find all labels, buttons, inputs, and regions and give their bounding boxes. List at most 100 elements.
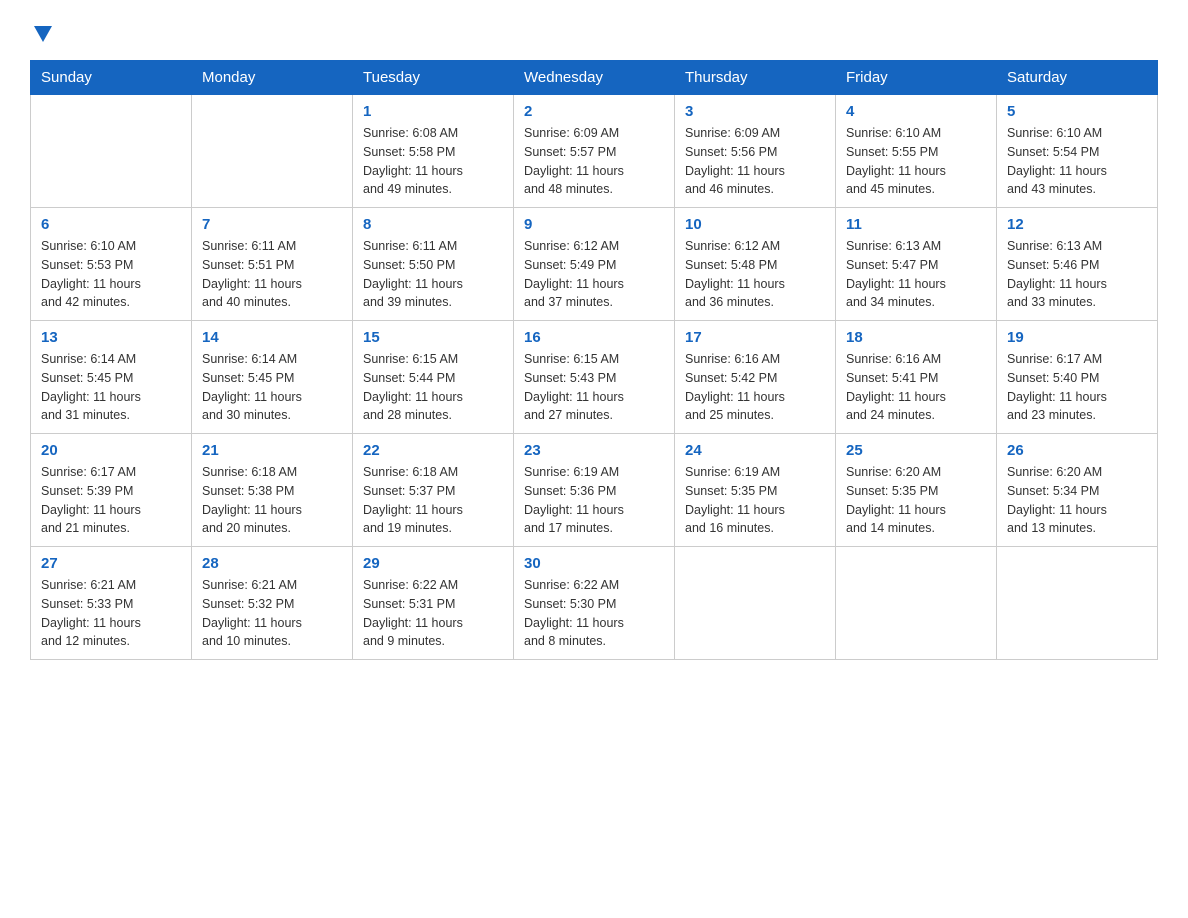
day-info: Sunrise: 6:12 AM Sunset: 5:48 PM Dayligh… [685,237,825,312]
day-info: Sunrise: 6:16 AM Sunset: 5:42 PM Dayligh… [685,350,825,425]
day-info: Sunrise: 6:19 AM Sunset: 5:35 PM Dayligh… [685,463,825,538]
day-info: Sunrise: 6:22 AM Sunset: 5:30 PM Dayligh… [524,576,664,651]
day-number: 29 [363,555,503,572]
day-number: 26 [1007,442,1147,459]
logo [30,20,54,44]
day-info: Sunrise: 6:21 AM Sunset: 5:32 PM Dayligh… [202,576,342,651]
day-number: 5 [1007,103,1147,120]
calendar-cell: 28 Sunrise: 6:21 AM Sunset: 5:32 PM Dayli… [192,547,353,660]
day-number: 13 [41,329,181,346]
day-number: 27 [41,555,181,572]
day-number: 14 [202,329,342,346]
day-number: 2 [524,103,664,120]
calendar-cell: 7 Sunrise: 6:11 AM Sunset: 5:51 PM Daylig… [192,208,353,321]
day-info: Sunrise: 6:15 AM Sunset: 5:44 PM Dayligh… [363,350,503,425]
day-info: Sunrise: 6:22 AM Sunset: 5:31 PM Dayligh… [363,576,503,651]
day-info: Sunrise: 6:15 AM Sunset: 5:43 PM Dayligh… [524,350,664,425]
day-number: 24 [685,442,825,459]
day-number: 1 [363,103,503,120]
calendar-cell [997,547,1158,660]
day-info: Sunrise: 6:18 AM Sunset: 5:37 PM Dayligh… [363,463,503,538]
calendar-cell: 29 Sunrise: 6:22 AM Sunset: 5:31 PM Dayli… [353,547,514,660]
calendar-cell: 17 Sunrise: 6:16 AM Sunset: 5:42 PM Dayli… [675,321,836,434]
calendar-cell: 26 Sunrise: 6:20 AM Sunset: 5:34 PM Dayli… [997,434,1158,547]
day-info: Sunrise: 6:17 AM Sunset: 5:40 PM Dayligh… [1007,350,1147,425]
day-number: 22 [363,442,503,459]
calendar-week-row: 1 Sunrise: 6:08 AM Sunset: 5:58 PM Daylig… [31,95,1158,208]
calendar-cell [192,95,353,208]
calendar-cell [31,95,192,208]
weekday-header-friday: Friday [836,61,997,95]
day-number: 9 [524,216,664,233]
calendar-cell: 10Sunrise: 6:12 AM Sunset: 5:48 PM Dayli… [675,208,836,321]
calendar-cell: 4 Sunrise: 6:10 AM Sunset: 5:55 PM Daylig… [836,95,997,208]
day-info: Sunrise: 6:20 AM Sunset: 5:34 PM Dayligh… [1007,463,1147,538]
day-number: 23 [524,442,664,459]
day-number: 17 [685,329,825,346]
day-number: 18 [846,329,986,346]
day-info: Sunrise: 6:13 AM Sunset: 5:47 PM Dayligh… [846,237,986,312]
calendar-cell: 21 Sunrise: 6:18 AM Sunset: 5:38 PM Dayli… [192,434,353,547]
day-number: 4 [846,103,986,120]
calendar-cell: 16 Sunrise: 6:15 AM Sunset: 5:43 PM Dayli… [514,321,675,434]
day-number: 12 [1007,216,1147,233]
calendar-cell: 1 Sunrise: 6:08 AM Sunset: 5:58 PM Daylig… [353,95,514,208]
day-info: Sunrise: 6:09 AM Sunset: 5:56 PM Dayligh… [685,124,825,199]
day-info: Sunrise: 6:10 AM Sunset: 5:54 PM Dayligh… [1007,124,1147,199]
weekday-header-monday: Monday [192,61,353,95]
calendar-week-row: 6 Sunrise: 6:10 AM Sunset: 5:53 PM Daylig… [31,208,1158,321]
day-number: 21 [202,442,342,459]
day-number: 7 [202,216,342,233]
day-number: 20 [41,442,181,459]
calendar-cell: 30 Sunrise: 6:22 AM Sunset: 5:30 PM Dayli… [514,547,675,660]
weekday-header-wednesday: Wednesday [514,61,675,95]
day-number: 19 [1007,329,1147,346]
day-info: Sunrise: 6:14 AM Sunset: 5:45 PM Dayligh… [202,350,342,425]
calendar-table: SundayMondayTuesdayWednesdayThursdayFrid… [30,60,1158,660]
weekday-header-saturday: Saturday [997,61,1158,95]
calendar-cell: 3 Sunrise: 6:09 AM Sunset: 5:56 PM Daylig… [675,95,836,208]
weekday-header-sunday: Sunday [31,61,192,95]
calendar-cell: 9 Sunrise: 6:12 AM Sunset: 5:49 PM Daylig… [514,208,675,321]
day-number: 25 [846,442,986,459]
day-info: Sunrise: 6:21 AM Sunset: 5:33 PM Dayligh… [41,576,181,651]
calendar-cell [675,547,836,660]
day-number: 11 [846,216,986,233]
calendar-cell: 12 Sunrise: 6:13 AM Sunset: 5:46 PM Dayli… [997,208,1158,321]
calendar-week-row: 13 Sunrise: 6:14 AM Sunset: 5:45 PM Dayli… [31,321,1158,434]
day-number: 16 [524,329,664,346]
calendar-cell: 11 Sunrise: 6:13 AM Sunset: 5:47 PM Dayli… [836,208,997,321]
day-number: 3 [685,103,825,120]
day-number: 28 [202,555,342,572]
day-info: Sunrise: 6:10 AM Sunset: 5:53 PM Dayligh… [41,237,181,312]
day-info: Sunrise: 6:18 AM Sunset: 5:38 PM Dayligh… [202,463,342,538]
calendar-cell: 8 Sunrise: 6:11 AM Sunset: 5:50 PM Daylig… [353,208,514,321]
calendar-cell: 6 Sunrise: 6:10 AM Sunset: 5:53 PM Daylig… [31,208,192,321]
day-info: Sunrise: 6:14 AM Sunset: 5:45 PM Dayligh… [41,350,181,425]
page-header [30,20,1158,44]
day-number: 8 [363,216,503,233]
calendar-header-row: SundayMondayTuesdayWednesdayThursdayFrid… [31,61,1158,95]
calendar-week-row: 27 Sunrise: 6:21 AM Sunset: 5:33 PM Dayli… [31,547,1158,660]
day-number: 30 [524,555,664,572]
weekday-header-thursday: Thursday [675,61,836,95]
calendar-cell: 23 Sunrise: 6:19 AM Sunset: 5:36 PM Dayli… [514,434,675,547]
day-info: Sunrise: 6:09 AM Sunset: 5:57 PM Dayligh… [524,124,664,199]
day-info: Sunrise: 6:16 AM Sunset: 5:41 PM Dayligh… [846,350,986,425]
day-info: Sunrise: 6:13 AM Sunset: 5:46 PM Dayligh… [1007,237,1147,312]
calendar-cell: 27 Sunrise: 6:21 AM Sunset: 5:33 PM Dayli… [31,547,192,660]
day-info: Sunrise: 6:10 AM Sunset: 5:55 PM Dayligh… [846,124,986,199]
day-info: Sunrise: 6:08 AM Sunset: 5:58 PM Dayligh… [363,124,503,199]
day-info: Sunrise: 6:19 AM Sunset: 5:36 PM Dayligh… [524,463,664,538]
calendar-cell: 22 Sunrise: 6:18 AM Sunset: 5:37 PM Dayli… [353,434,514,547]
day-info: Sunrise: 6:11 AM Sunset: 5:51 PM Dayligh… [202,237,342,312]
logo-icon [32,22,54,44]
day-info: Sunrise: 6:20 AM Sunset: 5:35 PM Dayligh… [846,463,986,538]
calendar-cell: 19 Sunrise: 6:17 AM Sunset: 5:40 PM Dayli… [997,321,1158,434]
day-number: 6 [41,216,181,233]
day-info: Sunrise: 6:11 AM Sunset: 5:50 PM Dayligh… [363,237,503,312]
calendar-cell: 24 Sunrise: 6:19 AM Sunset: 5:35 PM Dayli… [675,434,836,547]
calendar-cell: 14 Sunrise: 6:14 AM Sunset: 5:45 PM Dayli… [192,321,353,434]
calendar-cell: 20Sunrise: 6:17 AM Sunset: 5:39 PM Dayli… [31,434,192,547]
day-info: Sunrise: 6:12 AM Sunset: 5:49 PM Dayligh… [524,237,664,312]
